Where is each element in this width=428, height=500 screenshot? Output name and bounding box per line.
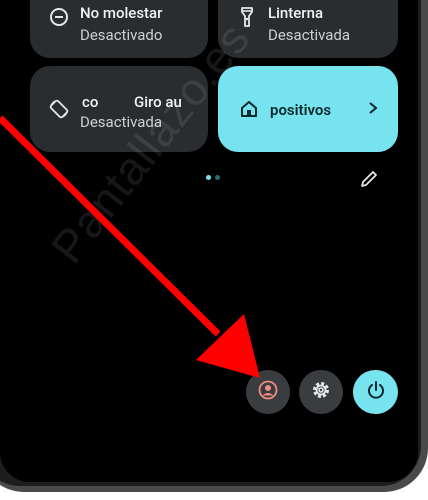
- power-icon: [366, 380, 386, 404]
- tile-title: positivos: [270, 101, 332, 119]
- tile-do-not-disturb[interactable]: No molestar Desactivado: [30, 0, 208, 58]
- gear-icon: [311, 380, 331, 404]
- page-dot-active: [206, 175, 211, 180]
- minus-circle-icon: [48, 6, 70, 28]
- page-dot: [215, 175, 220, 180]
- user-switcher-button[interactable]: [246, 370, 290, 414]
- tile-title-part: co: [82, 93, 99, 111]
- user-icon: [258, 380, 278, 404]
- tile-devices[interactable]: positivos: [218, 66, 398, 152]
- pencil-icon[interactable]: [359, 169, 379, 189]
- quick-settings-panel: No molestar Desactivado Linterna Desacti…: [0, 0, 418, 482]
- settings-button[interactable]: [299, 370, 343, 414]
- tile-title: No molestar: [80, 4, 163, 22]
- page-indicator: [206, 175, 220, 180]
- auto-rotate-icon: [48, 98, 70, 120]
- home-icon: [238, 98, 260, 120]
- tile-status: Desactivado: [80, 26, 163, 44]
- tile-status: Desactivada: [268, 26, 351, 44]
- chevron-right-icon: [368, 100, 378, 119]
- power-button[interactable]: [353, 370, 398, 414]
